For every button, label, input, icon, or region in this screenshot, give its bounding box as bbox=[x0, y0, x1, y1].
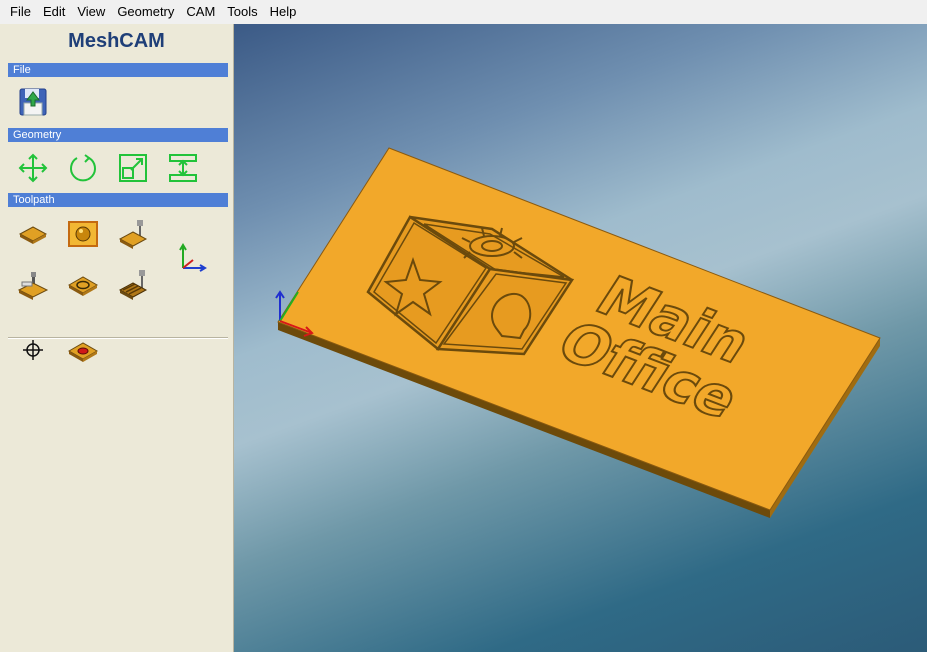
roughing-icon bbox=[17, 272, 49, 300]
rotate-icon bbox=[70, 154, 96, 182]
open-file-icon bbox=[19, 88, 47, 116]
waterline-icon bbox=[67, 276, 99, 296]
open-file-button[interactable] bbox=[17, 86, 49, 118]
menu-geometry[interactable]: Geometry bbox=[111, 0, 180, 24]
3d-viewport[interactable]: Main Office bbox=[234, 24, 927, 652]
finishing-icon bbox=[118, 270, 148, 300]
menu-cam[interactable]: CAM bbox=[180, 0, 221, 24]
define-tool-icon bbox=[118, 220, 148, 249]
model-view: Main Office bbox=[275, 147, 881, 518]
move-icon bbox=[18, 153, 48, 183]
menu-edit[interactable]: Edit bbox=[37, 0, 71, 24]
stock-button[interactable] bbox=[17, 218, 49, 250]
section-file: File bbox=[8, 63, 228, 77]
machining-region-icon bbox=[68, 221, 98, 247]
menu-view[interactable]: View bbox=[71, 0, 111, 24]
menu-help[interactable]: Help bbox=[264, 0, 303, 24]
simulate-button[interactable] bbox=[67, 334, 99, 366]
section-geometry: Geometry bbox=[8, 128, 228, 142]
set-start-point-button[interactable] bbox=[17, 334, 49, 366]
app-title: MeshCAM bbox=[68, 30, 165, 52]
set-height-button[interactable] bbox=[167, 152, 199, 184]
stock-icon bbox=[18, 226, 48, 244]
sidebar: MeshCAM File Geometry Toolpath bbox=[0, 24, 234, 652]
axis-origin-icon bbox=[179, 243, 207, 272]
menu-bar: File Edit View Geometry CAM Tools Help bbox=[0, 0, 927, 25]
finishing-button[interactable] bbox=[117, 268, 149, 300]
crosshair-icon bbox=[23, 340, 43, 360]
simulate-icon bbox=[67, 342, 99, 362]
rotate-button[interactable] bbox=[67, 152, 99, 184]
section-toolpath: Toolpath bbox=[8, 193, 228, 207]
scale-icon bbox=[119, 154, 147, 182]
scale-button[interactable] bbox=[117, 152, 149, 184]
machining-region-button[interactable] bbox=[67, 218, 99, 250]
menu-file[interactable]: File bbox=[0, 0, 37, 24]
set-height-icon bbox=[169, 154, 197, 182]
move-button[interactable] bbox=[17, 152, 49, 184]
define-tool-button[interactable] bbox=[117, 218, 149, 250]
roughing-button[interactable] bbox=[17, 268, 49, 300]
set-origin-button[interactable] bbox=[177, 242, 209, 274]
menu-tools[interactable]: Tools bbox=[221, 0, 263, 24]
waterline-button[interactable] bbox=[67, 268, 99, 300]
